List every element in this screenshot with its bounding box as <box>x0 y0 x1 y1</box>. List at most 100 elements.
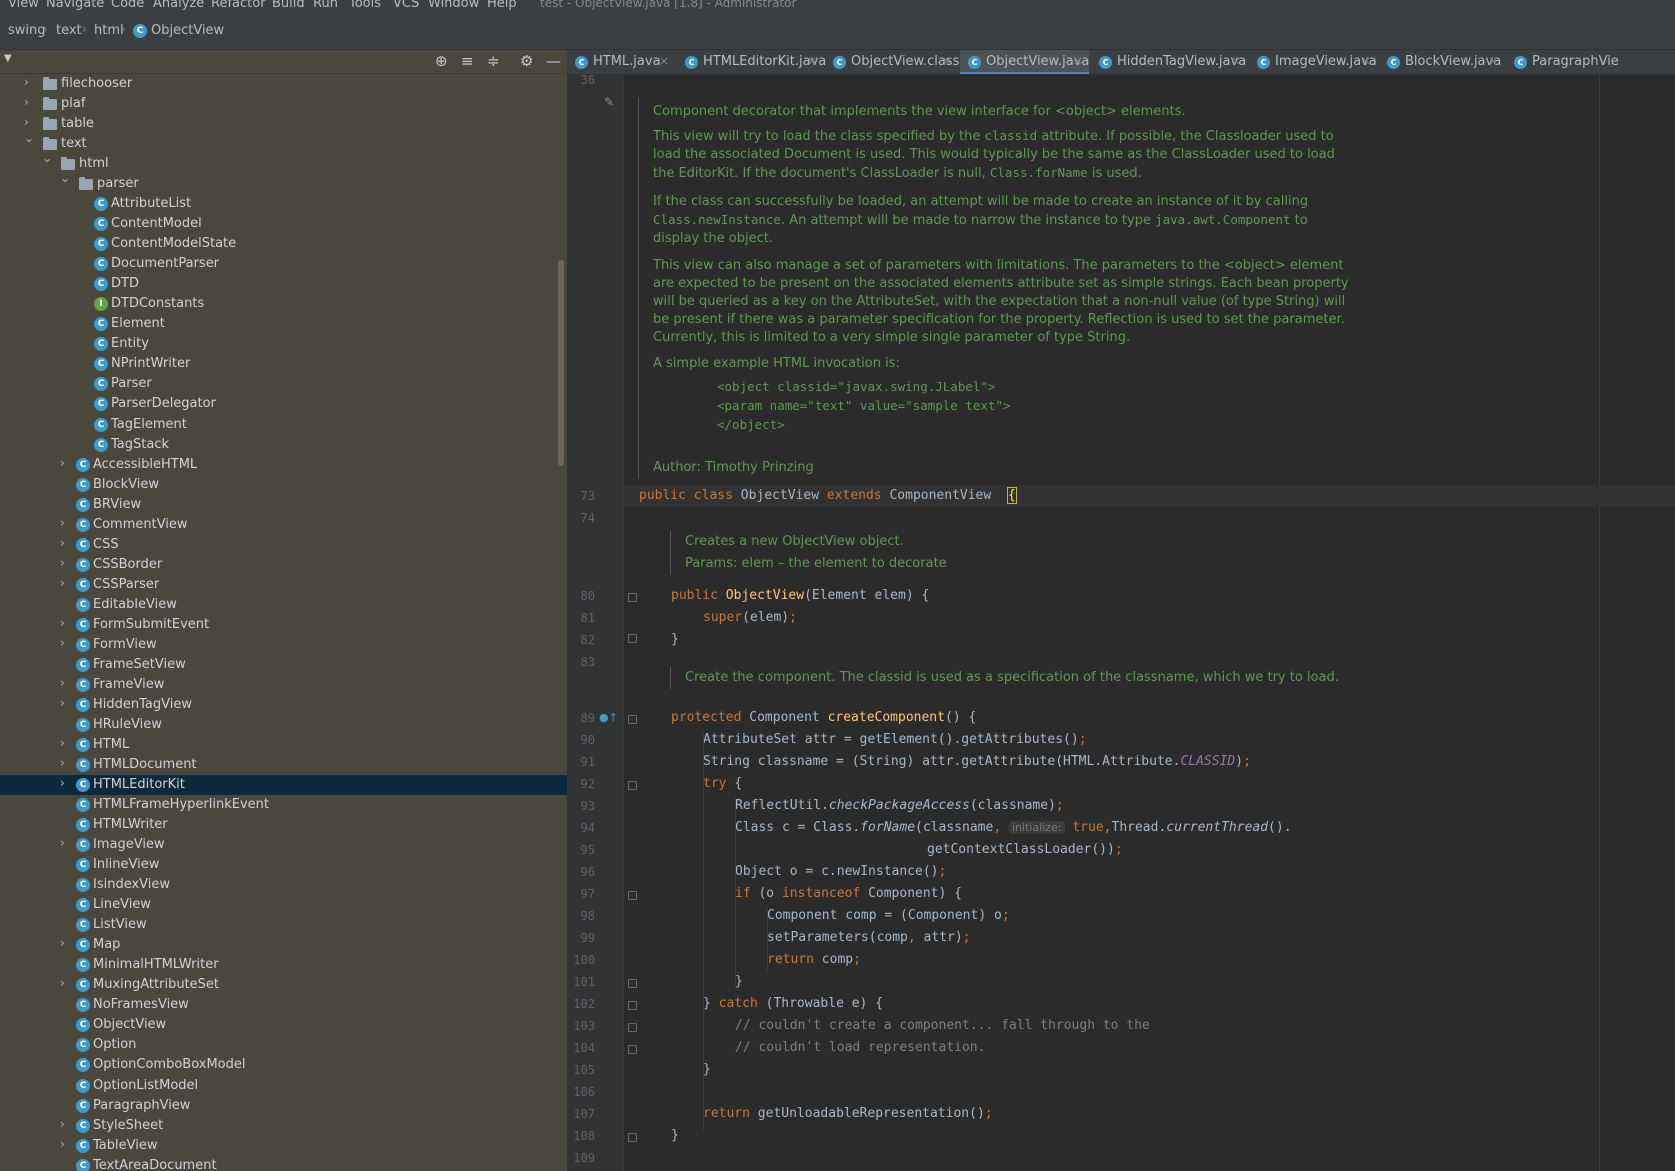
tree-item-tableview[interactable]: › C TableView <box>0 1136 567 1156</box>
tree-item-documentparser[interactable]: C DocumentParser <box>0 254 567 274</box>
tree-item-dtd[interactable]: C DTD <box>0 274 567 294</box>
tree-item-contentmodelstate[interactable]: C ContentModelState <box>0 234 567 254</box>
tree-item-blockview[interactable]: C BlockView <box>0 475 567 495</box>
tab-html-java[interactable]: C HTML.java × <box>567 50 675 74</box>
chevron-right-icon[interactable]: › <box>60 736 65 750</box>
tree-item-objectview[interactable]: C ObjectView <box>0 1015 567 1035</box>
override-marker-icon[interactable]: ●↑ <box>599 711 618 724</box>
tree-item-formsubmitevent[interactable]: › C FormSubmitEvent <box>0 615 567 635</box>
menu-run[interactable]: Run <box>313 0 338 11</box>
fold-marker-icon[interactable] <box>628 1133 637 1142</box>
tree-item-tagstack[interactable]: C TagStack <box>0 435 567 455</box>
chevron-right-icon[interactable]: › <box>60 676 65 690</box>
chevron-right-icon[interactable]: › <box>60 616 65 630</box>
tree-item-optionlistmodel[interactable]: C OptionListModel <box>0 1076 567 1096</box>
tree-item-parser[interactable]: C Parser <box>0 374 567 394</box>
menu-tools[interactable]: Tools <box>349 0 381 11</box>
tree-item-cssborder[interactable]: › C CSSBorder <box>0 555 567 575</box>
tree-item-option[interactable]: C Option <box>0 1035 567 1055</box>
tree-item-editableview[interactable]: C EditableView <box>0 595 567 615</box>
tree-item-framesetview[interactable]: C FrameSetView <box>0 655 567 675</box>
tree-item-minimalhtmlwriter[interactable]: C MinimalHTMLWriter <box>0 955 567 975</box>
tab-objectview-class[interactable]: C ObjectView.class × <box>825 50 959 74</box>
fold-marker-icon[interactable] <box>628 1023 637 1032</box>
close-icon[interactable]: × <box>1361 54 1371 68</box>
fold-marker-icon[interactable] <box>628 979 637 988</box>
fold-marker-icon[interactable] <box>628 781 637 790</box>
tab-hiddentagview-java[interactable]: C HiddenTagView.java × <box>1091 50 1247 74</box>
menu-help[interactable]: Help <box>487 0 517 11</box>
breadcrumb-item-objectview[interactable]: ObjectView <box>151 23 224 38</box>
chevron-right-icon[interactable]: › <box>60 936 65 950</box>
code-editor[interactable]: 36 73 74 80 81 82 83 89 90 91 92 93 94 9… <box>567 75 1675 1171</box>
fold-marker-icon[interactable] <box>628 593 637 602</box>
collapse-all-icon[interactable]: ≑ <box>487 52 500 70</box>
chevron-right-icon[interactable]: › <box>60 516 65 530</box>
close-icon[interactable]: × <box>1073 54 1083 68</box>
tree-item-noframesview[interactable]: C NoFramesView <box>0 995 567 1015</box>
tree-item-plaf[interactable]: › plaf <box>0 94 567 114</box>
hide-icon[interactable]: — <box>546 52 561 70</box>
tree-item-table[interactable]: › table <box>0 114 567 134</box>
close-icon[interactable]: × <box>807 54 817 68</box>
chevron-right-icon[interactable]: › <box>60 696 65 710</box>
chevron-right-icon[interactable]: › <box>60 576 65 590</box>
tree-item-lineview[interactable]: C LineView <box>0 895 567 915</box>
close-icon[interactable]: × <box>1488 54 1498 68</box>
chevron-down-icon[interactable]: ⌄ <box>42 151 52 165</box>
edit-pencil-icon[interactable]: ✎ <box>604 95 614 109</box>
tree-item-html[interactable]: › C HTML <box>0 735 567 755</box>
gear-icon[interactable]: ⚙ <box>520 52 533 70</box>
chevron-right-icon[interactable]: › <box>24 75 29 89</box>
menu-window[interactable]: Window <box>428 0 479 11</box>
chevron-right-icon[interactable]: › <box>60 776 65 790</box>
chevron-right-icon[interactable]: › <box>60 456 65 470</box>
close-icon[interactable]: × <box>659 54 669 68</box>
menu-build[interactable]: Build <box>272 0 305 11</box>
menu-analyze[interactable]: Analyze <box>153 0 204 11</box>
fold-marker-icon[interactable] <box>628 891 637 900</box>
tree-item-nprintwriter[interactable]: C NPrintWriter <box>0 354 567 374</box>
tree-item-attributelist[interactable]: C AttributeList <box>0 194 567 214</box>
menu-code[interactable]: Code <box>111 0 144 11</box>
tree-item-accessiblehtml[interactable]: › C AccessibleHTML <box>0 455 567 475</box>
tree-item-optioncomboboxmodel[interactable]: C OptionComboBoxModel <box>0 1055 567 1075</box>
chevron-right-icon[interactable]: › <box>60 836 65 850</box>
chevron-right-icon[interactable]: › <box>60 976 65 990</box>
tree-item-element[interactable]: C Element <box>0 314 567 334</box>
tree-item-paragraphview[interactable]: C ParagraphView <box>0 1096 567 1116</box>
breadcrumb-item-swing[interactable]: swing <box>8 23 46 38</box>
chevron-right-icon[interactable]: › <box>60 1117 65 1131</box>
tree-item-commentview[interactable]: › C CommentView <box>0 515 567 535</box>
tree-item-css[interactable]: › C CSS <box>0 535 567 555</box>
tree-item-hruleview[interactable]: C HRuleView <box>0 715 567 735</box>
tree-item-cssparser[interactable]: › C CSSParser <box>0 575 567 595</box>
tree-item-text[interactable]: ⌄ text <box>0 131 567 154</box>
tree-item-filechooser[interactable]: › filechooser <box>0 74 567 94</box>
close-icon[interactable]: × <box>942 54 952 68</box>
breadcrumb-item-text[interactable]: text <box>56 23 82 38</box>
chevron-right-icon[interactable]: › <box>60 556 65 570</box>
tree-item-stylesheet[interactable]: › C StyleSheet <box>0 1116 567 1136</box>
tree-item-htmlwriter[interactable]: C HTMLWriter <box>0 815 567 835</box>
tree-item-brview[interactable]: C BRView <box>0 495 567 515</box>
menu-navigate[interactable]: Navigate <box>46 0 104 11</box>
tree-item-formview[interactable]: › C FormView <box>0 635 567 655</box>
chevron-right-icon[interactable]: › <box>60 1137 65 1151</box>
tree-item-frameview[interactable]: › C FrameView <box>0 675 567 695</box>
scrollbar[interactable] <box>558 260 564 466</box>
chevron-right-icon[interactable]: › <box>24 115 29 129</box>
chevron-right-icon[interactable]: › <box>60 756 65 770</box>
chevron-right-icon[interactable]: › <box>60 536 65 550</box>
tree-item-htmlframehyperlinkevent[interactable]: C HTMLFrameHyperlinkEvent <box>0 795 567 815</box>
expand-all-icon[interactable]: ≡ <box>461 52 474 70</box>
tab-imageview-java[interactable]: C ImageView.java × <box>1249 50 1377 74</box>
chevron-right-icon[interactable]: › <box>60 636 65 650</box>
locate-icon[interactable]: ⊕ <box>435 52 448 70</box>
breadcrumb-item-html[interactable]: html <box>94 23 124 38</box>
tab-objectview-java[interactable]: C ObjectView.java × <box>960 50 1089 74</box>
tree-item-contentmodel[interactable]: C ContentModel <box>0 214 567 234</box>
tab-htmleditorkit-java[interactable]: C HTMLEditorKit.java × <box>677 50 826 74</box>
tree-item-parser[interactable]: ⌄ parser <box>0 171 567 194</box>
fold-marker-icon[interactable] <box>628 715 637 724</box>
